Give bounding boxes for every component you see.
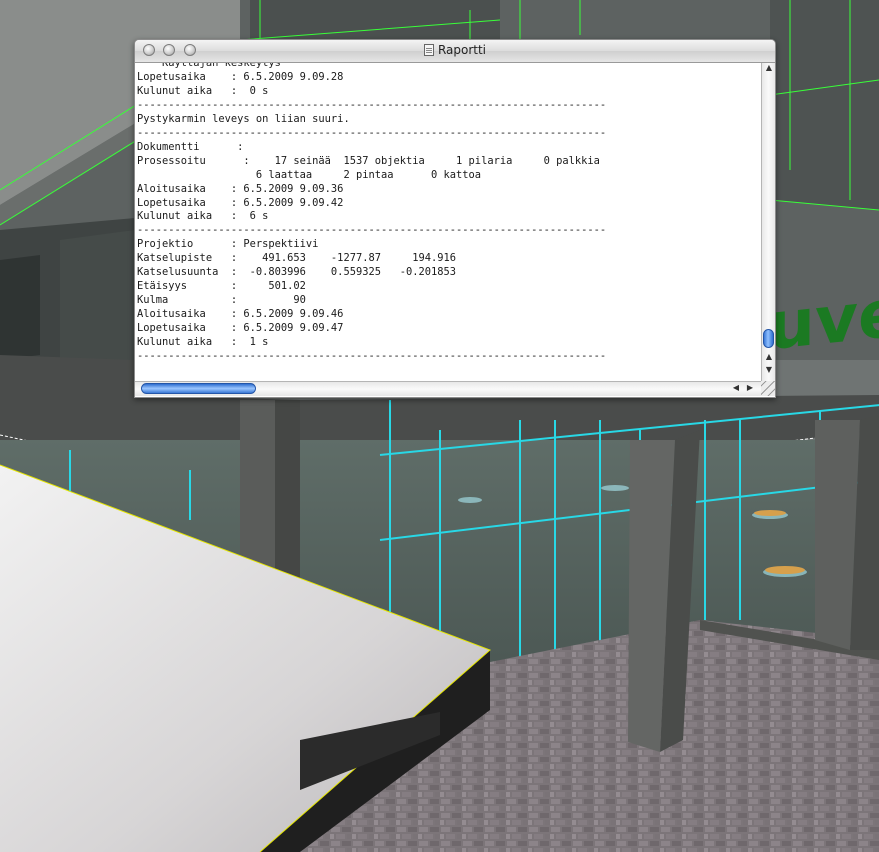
scroll-right-arrow-icon[interactable]: ▶ [743,383,757,392]
report-line: Aloitusaika : 6.5.2009 9.09.46 [137,308,344,321]
document-icon [423,44,434,56]
vertical-scrollbar[interactable]: ▲ ▲ ▼ [761,63,775,381]
scroll-left-arrow-icon[interactable]: ◀ [729,383,743,392]
report-line: Etäisyys : 501.02 [137,280,306,293]
report-text-area[interactable]: *** Käyttäjän keskeytys *** Lopetusaika :… [135,63,761,381]
report-line: Kulunut aika : 6 s [137,210,269,223]
horizontal-scrollbar[interactable]: ◀ ▶ [135,381,761,396]
report-separator: ----------------------------------------… [137,224,607,237]
report-line: Lopetusaika : 6.5.2009 9.09.42 [137,196,344,209]
report-line: Lopetusaika : 6.5.2009 9.09.47 [137,322,344,335]
report-line: Dokumentti : [137,140,244,153]
scroll-up-arrow-icon[interactable]: ▲ [762,63,775,72]
horizontal-scroll-thumb[interactable] [141,383,256,394]
resize-grip-icon[interactable] [761,381,775,396]
report-line: Kulma : 90 [137,294,306,307]
report-line: Projektio : Perspektiivi [137,238,319,251]
report-log: *** Käyttäjän keskeytys *** Lopetusaika :… [137,63,606,364]
report-line: Kulunut aika : 0 s [137,84,269,97]
report-line: Aloitusaika : 6.5.2009 9.09.36 [137,182,344,195]
scroll-down-arrow-icon[interactable]: ▼ [762,365,775,374]
report-line: Pystykarmin leveys on liian suuri. [137,112,350,125]
report-line: 6 laattaa 2 pintaa 0 kattoa [137,168,482,181]
report-line: Lopetusaika : 6.5.2009 9.09.28 [137,70,344,83]
report-line: Katselusuunta : -0.803996 0.559325 -0.20… [137,266,457,279]
report-window[interactable]: Raportti *** Käyttäjän keskeytys *** Lope… [134,39,776,398]
window-title-group: Raportti [135,43,775,57]
report-separator: ----------------------------------------… [137,350,607,363]
report-separator: ----------------------------------------… [137,98,607,111]
report-line: Katselupiste : 491.653 -1277.87 194.916 [137,252,457,265]
report-separator: ----------------------------------------… [137,126,607,139]
window-title: Raportti [437,43,487,57]
report-line: Prosessoitu : 17 seinää 1537 objektia 1 … [137,154,600,167]
report-line: *** Käyttäjän keskeytys *** [137,63,306,69]
report-line: Kulunut aika : 1 s [137,336,269,349]
scroll-up-arrow-icon[interactable]: ▲ [762,352,775,361]
window-titlebar[interactable]: Raportti [135,40,775,63]
vertical-scroll-thumb[interactable] [763,329,774,348]
